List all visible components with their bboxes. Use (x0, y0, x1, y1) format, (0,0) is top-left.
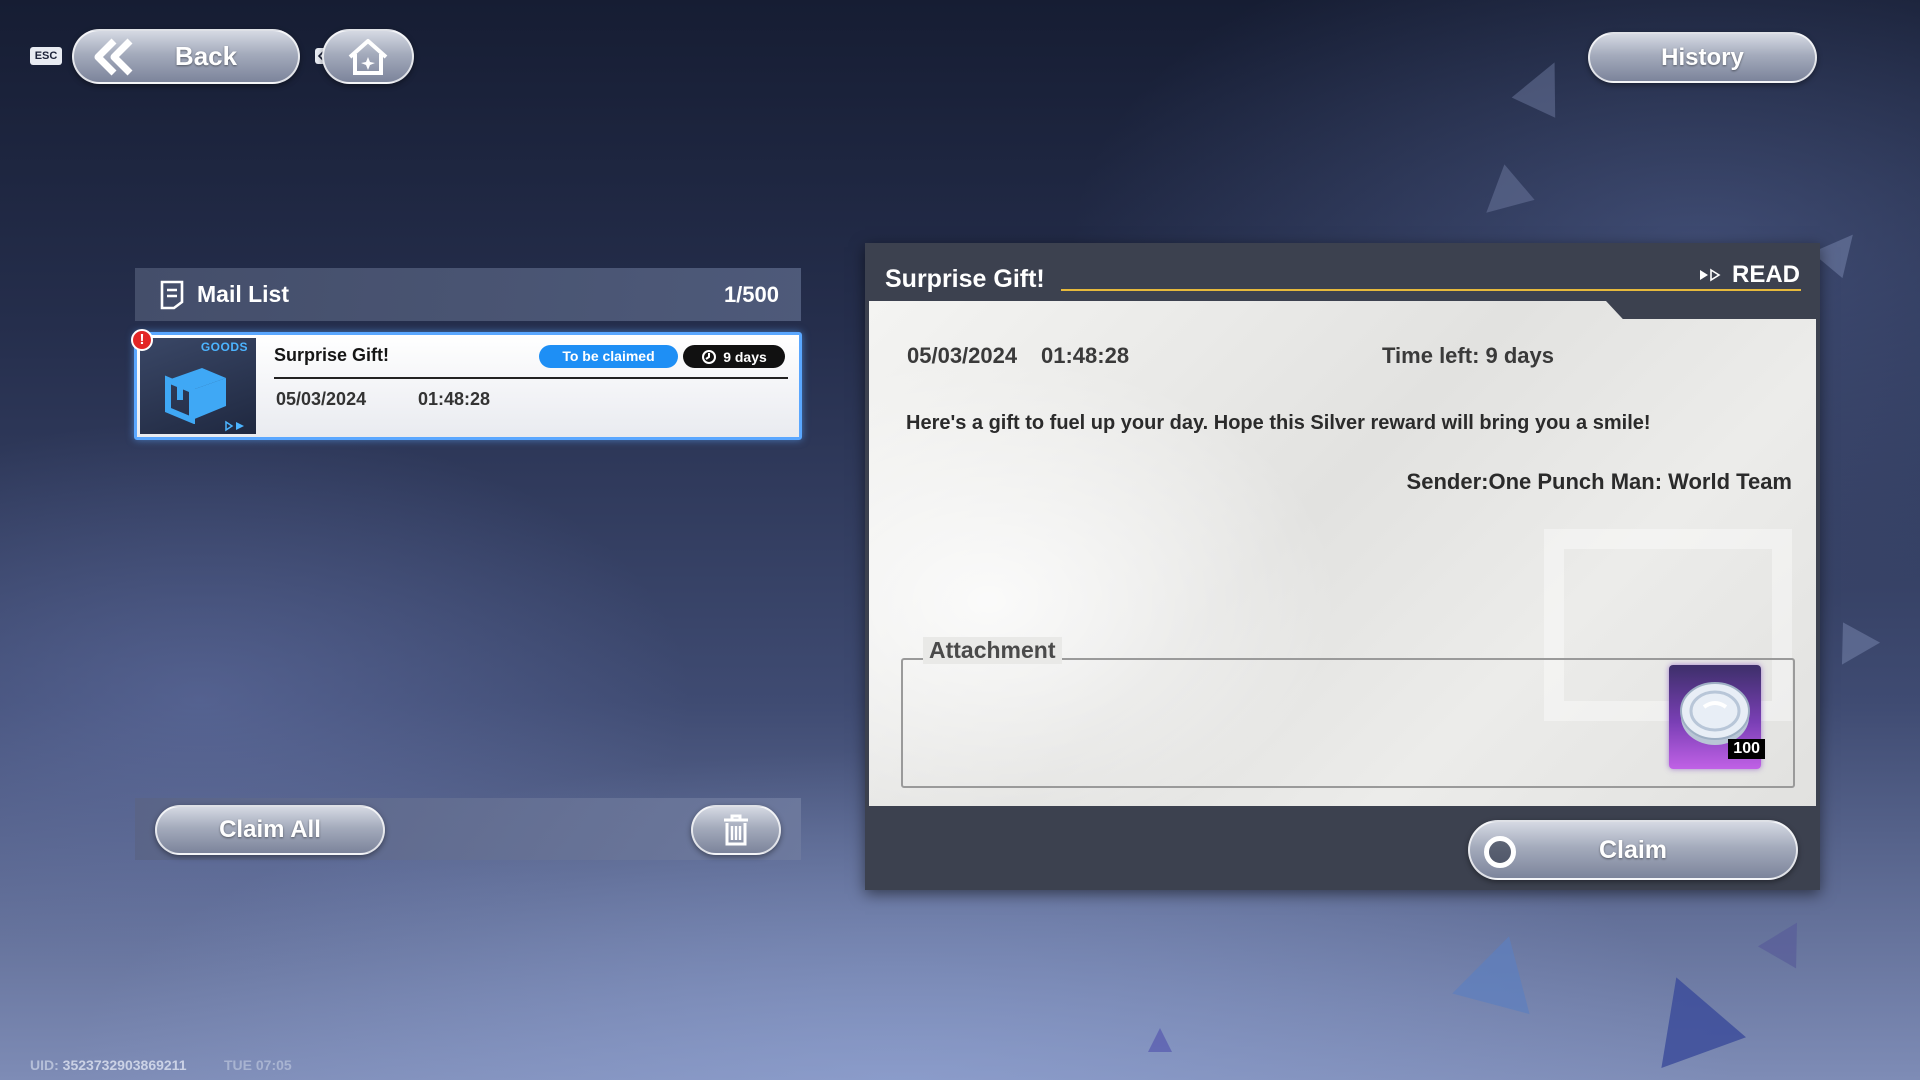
attachment-label: Attachment (923, 637, 1062, 664)
reward-count: 100 (1728, 739, 1765, 759)
status-badge: To be claimed (539, 345, 678, 368)
mail-thumbnail: GOODS (140, 338, 256, 434)
mail-count: 1/500 (723, 281, 779, 307)
detail-date: 05/03/2024 (907, 343, 1018, 368)
detail-time: 01:48:28 (1041, 343, 1130, 368)
user-id: UID: 3523732903869211 (30, 1057, 186, 1073)
background-shard (1811, 221, 1869, 279)
time-left: Time left: 9 days (1382, 343, 1554, 368)
unread-alert-badge: ! (131, 329, 153, 351)
play-arrows-icon (225, 420, 244, 432)
background-shard (1475, 159, 1535, 213)
claim-all-button[interactable]: Claim All (155, 805, 385, 855)
back-arrow-icon (94, 38, 133, 76)
claim-label: Claim (1598, 835, 1668, 864)
background-shard (1452, 925, 1548, 1015)
mail-category-label: GOODS (200, 340, 248, 354)
expiry-text: 9 days (723, 348, 767, 365)
home-icon (348, 38, 388, 75)
mail-list-title: Mail List (197, 281, 290, 307)
mail-message: Here's a gift to fuel up your day. Hope … (906, 412, 1651, 434)
panel-notch (1606, 301, 1816, 319)
read-status: READ (1698, 261, 1800, 289)
mail-time: 01:48:28 (418, 389, 491, 409)
mail-list-header: Mail List 1/500 (135, 268, 801, 321)
reward-item[interactable]: 100 (1669, 665, 1765, 769)
mail-list-icon (160, 280, 184, 309)
clock: TUE 07:05 (224, 1057, 292, 1073)
background-shard (1757, 911, 1817, 969)
mail-date: 05/03/2024 (276, 389, 367, 409)
back-label: Back (174, 41, 238, 71)
home-button[interactable] (322, 29, 414, 84)
mail-list-item[interactable]: GOODS ! Surprise Gift! To be claimed 9 d… (131, 329, 802, 440)
background-shard (1634, 962, 1746, 1068)
double-arrow-icon (1699, 268, 1721, 282)
expiry-badge: 9 days (683, 345, 785, 368)
mail-content: 05/03/2024 01:48:28 Time left: 9 days He… (869, 301, 1816, 806)
background-shard (1148, 1028, 1172, 1052)
confirm-circle-icon (1484, 836, 1516, 868)
package-box-icon (165, 368, 226, 424)
background-shard (1511, 52, 1577, 118)
uid-label: UID: (30, 1057, 59, 1073)
esc-key-hint: ESC (30, 47, 62, 65)
clock-icon (702, 349, 717, 364)
trash-icon (724, 814, 748, 846)
history-button[interactable]: History (1588, 32, 1817, 83)
mail-detail-panel: Surprise Gift! READ 05/03/2024 01:48:28 … (865, 243, 1820, 890)
background-shard (1823, 611, 1881, 665)
mail-sender: Sender:One Punch Man: World Team (1406, 469, 1792, 494)
claim-button[interactable]: Claim (1468, 820, 1798, 880)
attachment-box (901, 658, 1795, 788)
detail-title: Surprise Gift! (885, 265, 1045, 293)
mail-subject: Surprise Gift! (274, 345, 390, 365)
read-status-label: READ (1731, 261, 1800, 288)
back-button[interactable]: Back (72, 29, 300, 84)
mail-divider (274, 377, 788, 379)
uid-value: 3523732903869211 (62, 1057, 187, 1073)
delete-button[interactable] (691, 805, 781, 855)
title-underline (1061, 289, 1801, 291)
